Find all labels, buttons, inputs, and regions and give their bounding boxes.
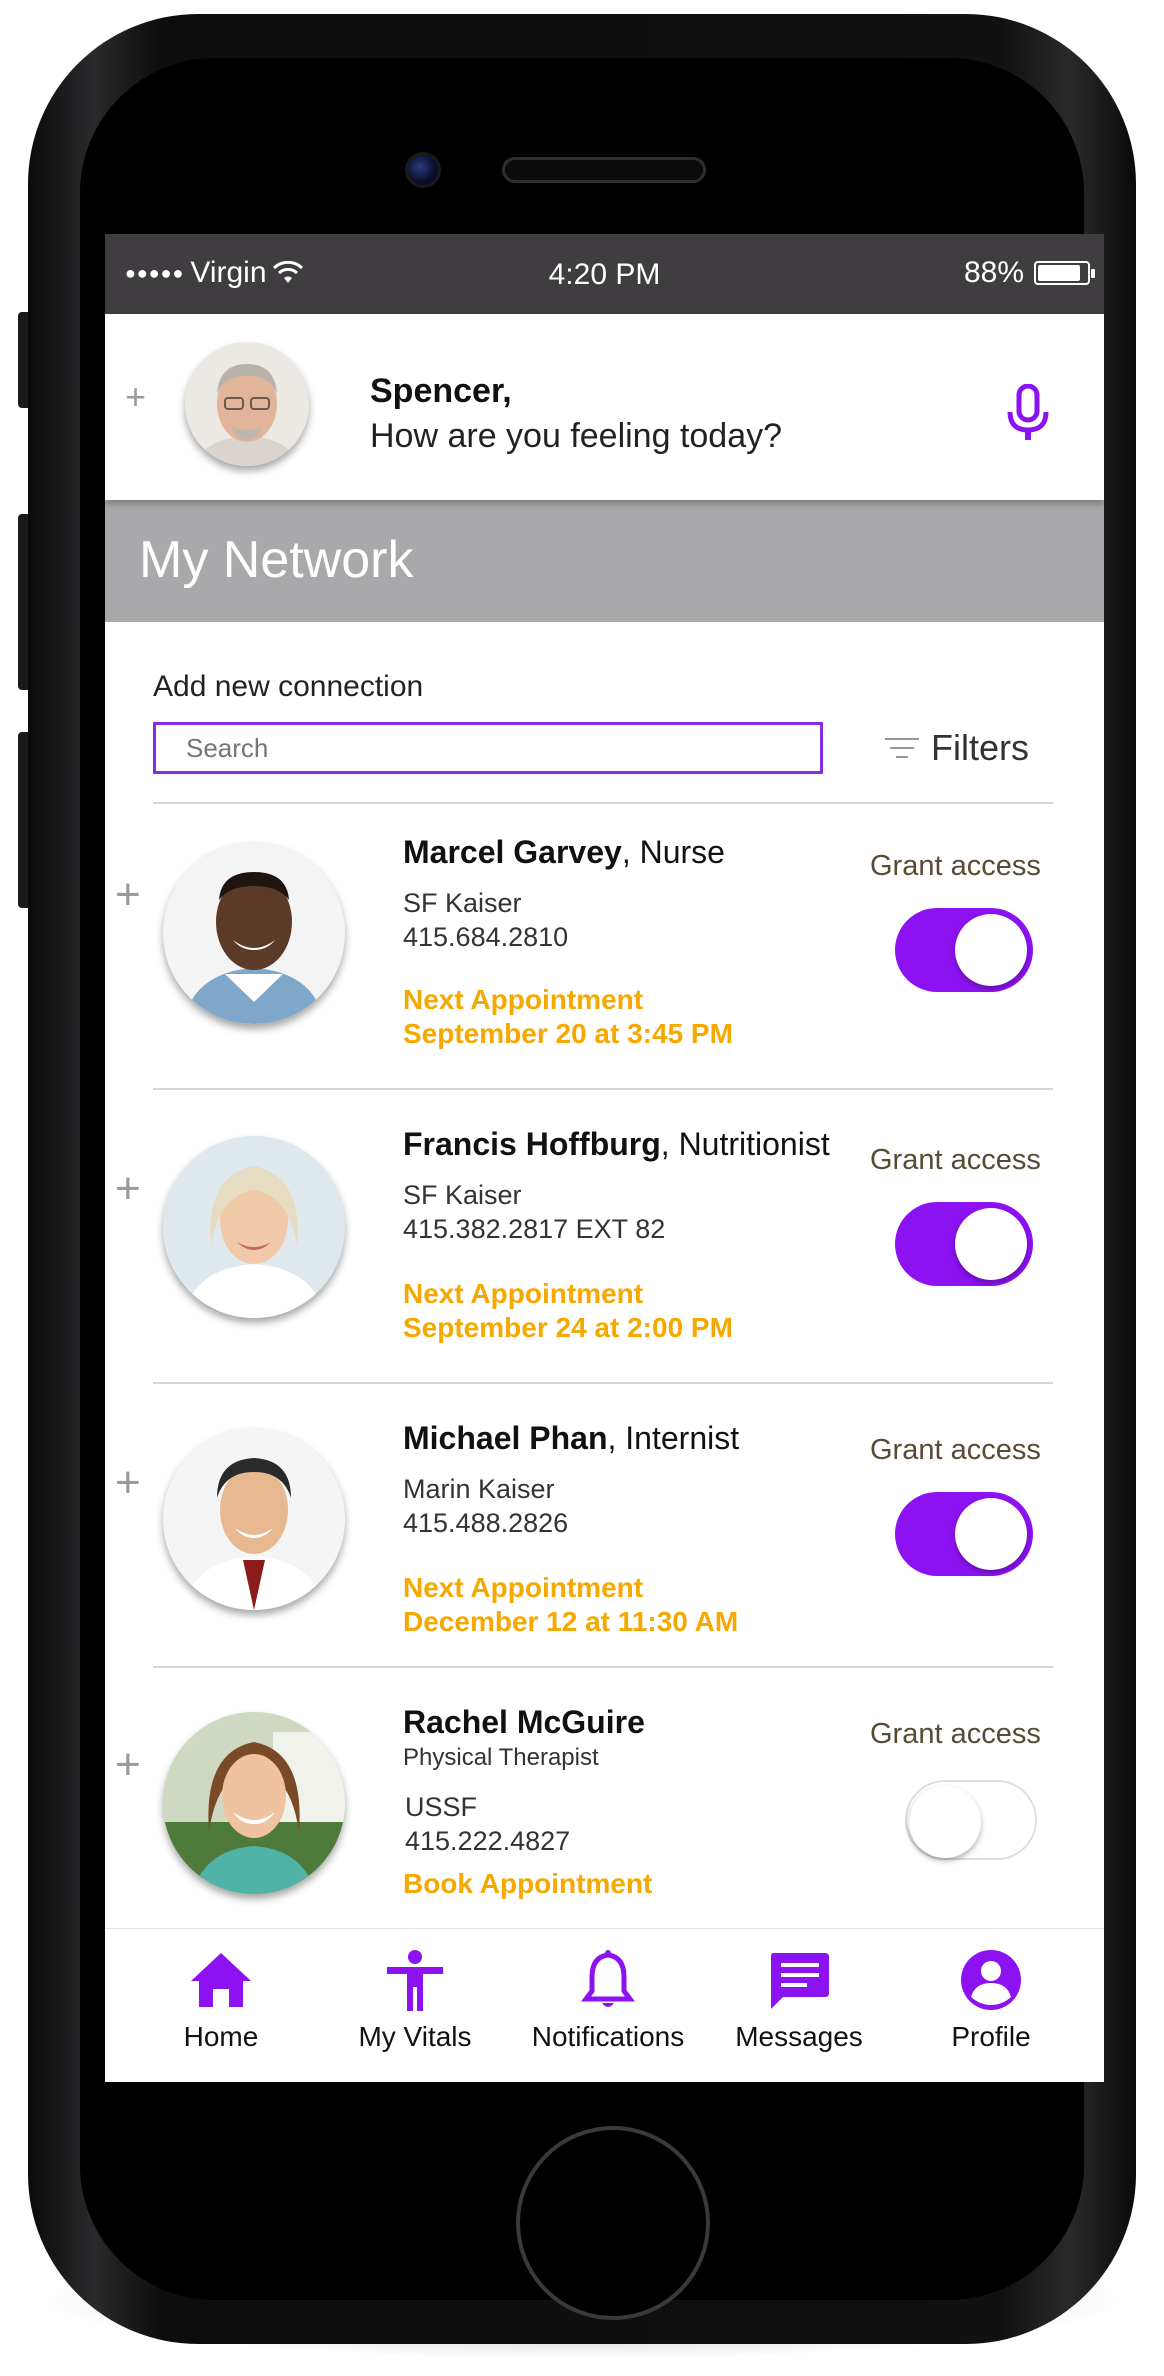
grant-access-label: Grant access bbox=[870, 1718, 1041, 1750]
contact-name: Rachel McGuire bbox=[403, 1704, 645, 1740]
grant-access-toggle[interactable] bbox=[905, 1780, 1037, 1860]
contact-avatar[interactable] bbox=[163, 1428, 345, 1610]
greeting-question: How are you feeling today? bbox=[370, 417, 783, 455]
contact-organization: SF Kaiser bbox=[403, 888, 522, 918]
home-hardware-button[interactable] bbox=[516, 2126, 710, 2320]
contact-role: , Internist bbox=[607, 1420, 740, 1456]
status-time: 4:20 PM bbox=[548, 258, 661, 291]
toggle-knob bbox=[955, 914, 1027, 986]
grant-access-label: Grant access bbox=[870, 850, 1041, 882]
contact-role: , Nutritionist bbox=[660, 1126, 830, 1162]
filters-button[interactable]: Filters bbox=[885, 722, 1029, 774]
contact-phone[interactable]: 415.382.2817 EXT 82 bbox=[403, 1214, 665, 1245]
tab-home[interactable]: Home bbox=[121, 1949, 321, 2053]
tab-label: My Vitals bbox=[358, 2021, 472, 2052]
tab-notifications[interactable]: Notifications bbox=[508, 1949, 708, 2053]
filter-icon bbox=[885, 736, 919, 760]
tab-label: Profile bbox=[951, 2021, 1031, 2052]
tab-profile[interactable]: Profile bbox=[891, 1949, 1091, 2053]
contact-card: + Michael Phan, Internist Marin Kaiser 4… bbox=[105, 1384, 1104, 1664]
contact-avatar[interactable] bbox=[163, 1136, 345, 1318]
battery-level bbox=[1038, 265, 1081, 281]
appointment-label[interactable]: Next Appointment bbox=[403, 1572, 643, 1604]
book-appointment-link[interactable]: Book Appointment bbox=[403, 1868, 652, 1900]
appointment-label[interactable]: Next Appointment bbox=[403, 1278, 643, 1310]
grant-access-toggle[interactable] bbox=[895, 1492, 1033, 1576]
section-header: My Network bbox=[105, 500, 1104, 622]
add-icon[interactable]: + bbox=[115, 1740, 141, 1790]
contact-card: + Marcel Garvey, Nurse SF Kaiser 415.684… bbox=[105, 804, 1104, 1086]
battery-icon bbox=[1034, 261, 1095, 285]
grant-access-label: Grant access bbox=[870, 1144, 1041, 1176]
tab-label: Messages bbox=[735, 2021, 863, 2052]
contact-phone[interactable]: 415.488.2826 bbox=[403, 1508, 568, 1539]
microphone-icon[interactable] bbox=[1006, 384, 1050, 442]
contact-avatar[interactable] bbox=[163, 842, 345, 1024]
contact-name: Francis Hoffburg bbox=[403, 1126, 661, 1162]
status-bar: ●●●●● Virgin 4:20 PM 88% bbox=[105, 234, 1104, 314]
contact-avatar[interactable] bbox=[163, 1712, 345, 1894]
filters-label: Filters bbox=[931, 727, 1029, 768]
bell-icon bbox=[581, 1950, 635, 2007]
contact-name: Michael Phan bbox=[403, 1420, 608, 1456]
contact-organization: SF Kaiser bbox=[403, 1180, 522, 1210]
search-input[interactable] bbox=[153, 722, 823, 774]
contact-name-line: Rachel McGuire bbox=[403, 1704, 645, 1741]
battery-percent: 88% bbox=[963, 256, 1024, 289]
add-icon[interactable]: + bbox=[115, 870, 141, 920]
appointment-label[interactable]: Next Appointment bbox=[403, 984, 643, 1016]
appointment-date[interactable]: December 12 at 11:30 AM bbox=[403, 1606, 738, 1638]
contact-card: + Francis Hoffburg, Nutritionist SF Kais… bbox=[105, 1090, 1104, 1380]
grant-access-toggle[interactable] bbox=[895, 1202, 1033, 1286]
add-icon[interactable]: + bbox=[115, 1164, 141, 1214]
add-icon[interactable]: + bbox=[125, 376, 146, 418]
contact-name-line: Michael Phan, Internist bbox=[403, 1420, 739, 1457]
contact-role: , Nurse bbox=[621, 834, 725, 870]
tab-label: Home bbox=[183, 2021, 259, 2052]
toggle-knob bbox=[955, 1498, 1027, 1570]
user-avatar[interactable] bbox=[185, 342, 309, 466]
contact-title: Physical Therapist bbox=[403, 1744, 599, 1771]
contact-name-line: Marcel Garvey, Nurse bbox=[403, 834, 725, 871]
profile-icon bbox=[961, 1950, 1021, 2010]
contact-card: + Rachel McGuire Physical Therapist USSF… bbox=[105, 1668, 1104, 1928]
tab-messages[interactable]: Messages bbox=[699, 1949, 899, 2053]
contact-phone[interactable]: 415.684.2810 bbox=[403, 922, 568, 953]
earpiece-speaker bbox=[502, 157, 706, 183]
greeting-header: + Spencer, How are you feeling today? bbox=[105, 314, 1104, 500]
home-icon bbox=[191, 1953, 251, 2007]
add-icon[interactable]: + bbox=[115, 1458, 141, 1508]
contact-name: Marcel Garvey bbox=[403, 834, 622, 870]
grant-access-toggle[interactable] bbox=[895, 908, 1033, 992]
contact-name-line: Francis Hoffburg, Nutritionist bbox=[403, 1126, 830, 1163]
toggle-knob bbox=[909, 1786, 981, 1858]
tab-label: Notifications bbox=[531, 2021, 685, 2052]
app-screen: ●●●●● Virgin 4:20 PM 88% + Spencer, How … bbox=[105, 234, 1104, 2082]
contact-phone[interactable]: 415.222.4827 bbox=[405, 1826, 570, 1857]
person-icon bbox=[387, 1950, 443, 2011]
message-icon bbox=[771, 1953, 829, 2009]
front-camera bbox=[405, 152, 441, 188]
bottom-tab-bar: Home My Vitals Notifications Messages Pr… bbox=[105, 1928, 1104, 2082]
appointment-date[interactable]: September 24 at 2:00 PM bbox=[403, 1312, 733, 1344]
add-connection-label[interactable]: Add new connection bbox=[153, 670, 423, 704]
contact-organization: Marin Kaiser bbox=[403, 1474, 555, 1504]
appointment-date[interactable]: September 20 at 3:45 PM bbox=[403, 1018, 733, 1050]
toggle-knob bbox=[955, 1208, 1027, 1280]
greeting-name: Spencer, bbox=[370, 372, 512, 410]
page-title: My Network bbox=[139, 531, 414, 589]
tab-my-vitals[interactable]: My Vitals bbox=[315, 1949, 515, 2053]
contact-organization: USSF bbox=[405, 1792, 478, 1822]
grant-access-label: Grant access bbox=[870, 1434, 1041, 1466]
